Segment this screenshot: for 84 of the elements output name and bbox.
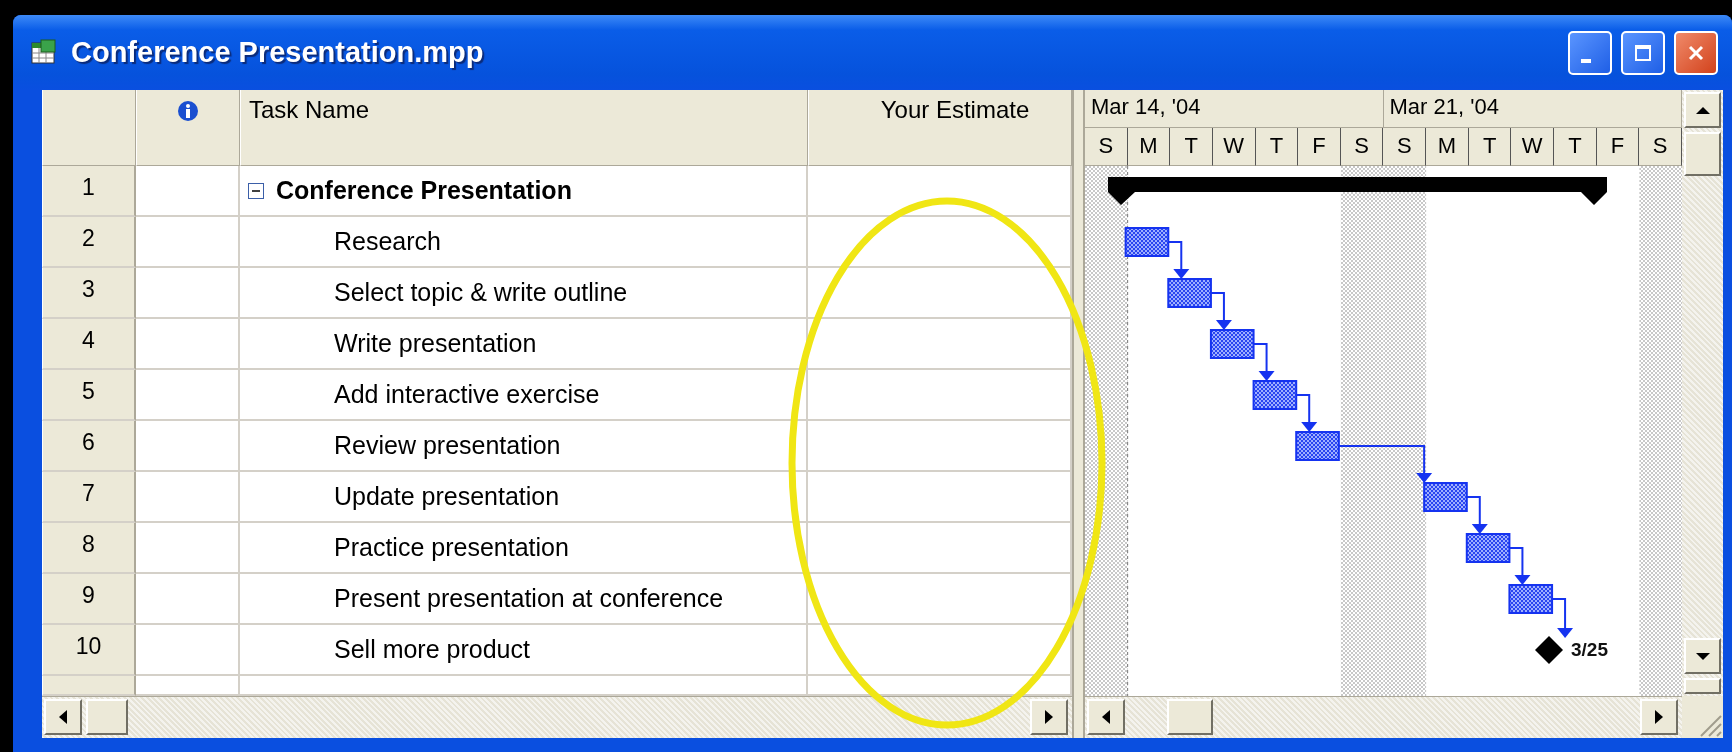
task-name: Select topic & write outline [334,278,628,307]
task-name: Research [334,227,441,256]
scroll-thumb[interactable] [1167,699,1213,735]
summary-bar[interactable] [1108,177,1607,205]
task-bar[interactable] [1465,533,1511,563]
link-arrow [1551,598,1574,638]
task-bar[interactable] [1167,278,1212,308]
row-number[interactable]: 2 [42,217,136,268]
day-label: S [1639,128,1682,166]
scroll-left-button[interactable] [44,699,82,735]
day-label: S [1085,128,1128,166]
task-name: Present presentation at conference [334,584,724,613]
day-label: T [1468,128,1512,166]
week-label: Mar 21, '04 [1383,90,1682,128]
column-header[interactable]: Your Estimate [808,90,1072,166]
right-triangle-icon [1654,710,1664,724]
task-name: Review presentation [334,431,561,460]
scroll-right-button[interactable] [1640,699,1678,735]
horizontal-scrollbar[interactable] [42,696,1072,738]
row-number[interactable]: 7 [42,472,136,523]
scroll-right-button[interactable] [1030,699,1068,735]
minimize-button[interactable] [1568,30,1612,75]
link-arrow [1465,496,1488,534]
close-button[interactable] [1674,30,1718,75]
task-bar[interactable] [1209,329,1255,359]
link-arrow [1295,394,1318,432]
column-header[interactable] [136,90,240,166]
day-label: M [1127,128,1171,166]
maximize-button[interactable] [1621,30,1665,75]
vertical-scrollbar[interactable] [1682,90,1723,696]
day-label: F [1298,128,1341,166]
task-bar[interactable] [1508,584,1554,614]
milestone-diamond[interactable] [1535,636,1563,664]
day-label: S [1383,128,1427,166]
milestone-date: 3/25 [1571,639,1608,660]
task-bar[interactable] [1252,380,1298,410]
left-triangle-icon [58,710,68,724]
day-label: W [1511,128,1555,166]
task-bar[interactable] [1124,227,1170,257]
day-label: S [1340,128,1384,166]
row-number[interactable]: 10 [42,625,136,676]
task-name: Write presentation [334,329,537,358]
day-label: W [1212,128,1256,166]
split-box[interactable] [1684,678,1721,694]
scroll-up-button[interactable] [1684,92,1721,128]
right-triangle-icon [1044,710,1054,724]
task-name: Practice presentation [334,533,569,562]
scroll-thumb[interactable] [86,699,128,735]
link-arrow [1167,241,1190,279]
left-triangle-icon [1101,710,1111,724]
task-name: Update presentation [334,482,560,511]
scroll-down-button[interactable] [1684,638,1721,674]
horizontal-scrollbar[interactable] [1085,696,1682,738]
task-name: Add interactive exercise [334,380,600,409]
row-number[interactable]: 3 [42,268,136,319]
row-number[interactable]: 8 [42,523,136,574]
day-label: T [1554,128,1597,166]
task-bar[interactable] [1295,431,1340,461]
link-arrow [1508,547,1531,585]
scroll-left-button[interactable] [1087,699,1125,735]
column-header[interactable]: Task Name [240,90,808,166]
maximize-icon [1633,42,1653,63]
task-name: Sell more product [334,635,530,664]
week-label: Mar 14, '04 [1085,90,1384,128]
day-label: T [1255,128,1299,166]
link-arrow [1252,343,1275,381]
row-number[interactable]: 9 [42,574,136,625]
row-number[interactable]: 5 [42,370,136,421]
day-label: T [1170,128,1213,166]
task-name: Conference Presentation [276,176,572,205]
row-number[interactable]: 6 [42,421,136,472]
collapse-icon[interactable] [248,182,264,199]
link-arrow [1209,292,1232,330]
day-label: F [1596,128,1640,166]
up-triangle-icon [1695,105,1710,115]
day-label: M [1426,128,1469,166]
info-icon [177,100,199,122]
minimize-icon [1581,58,1591,63]
row-number[interactable]: 1 [42,166,136,217]
row-number[interactable]: 4 [42,319,136,370]
task-bar[interactable] [1423,482,1468,512]
scroll-thumb[interactable] [1684,132,1721,176]
window-title: Conference Presentation.mpp [71,36,485,69]
down-triangle-icon [1695,651,1710,661]
